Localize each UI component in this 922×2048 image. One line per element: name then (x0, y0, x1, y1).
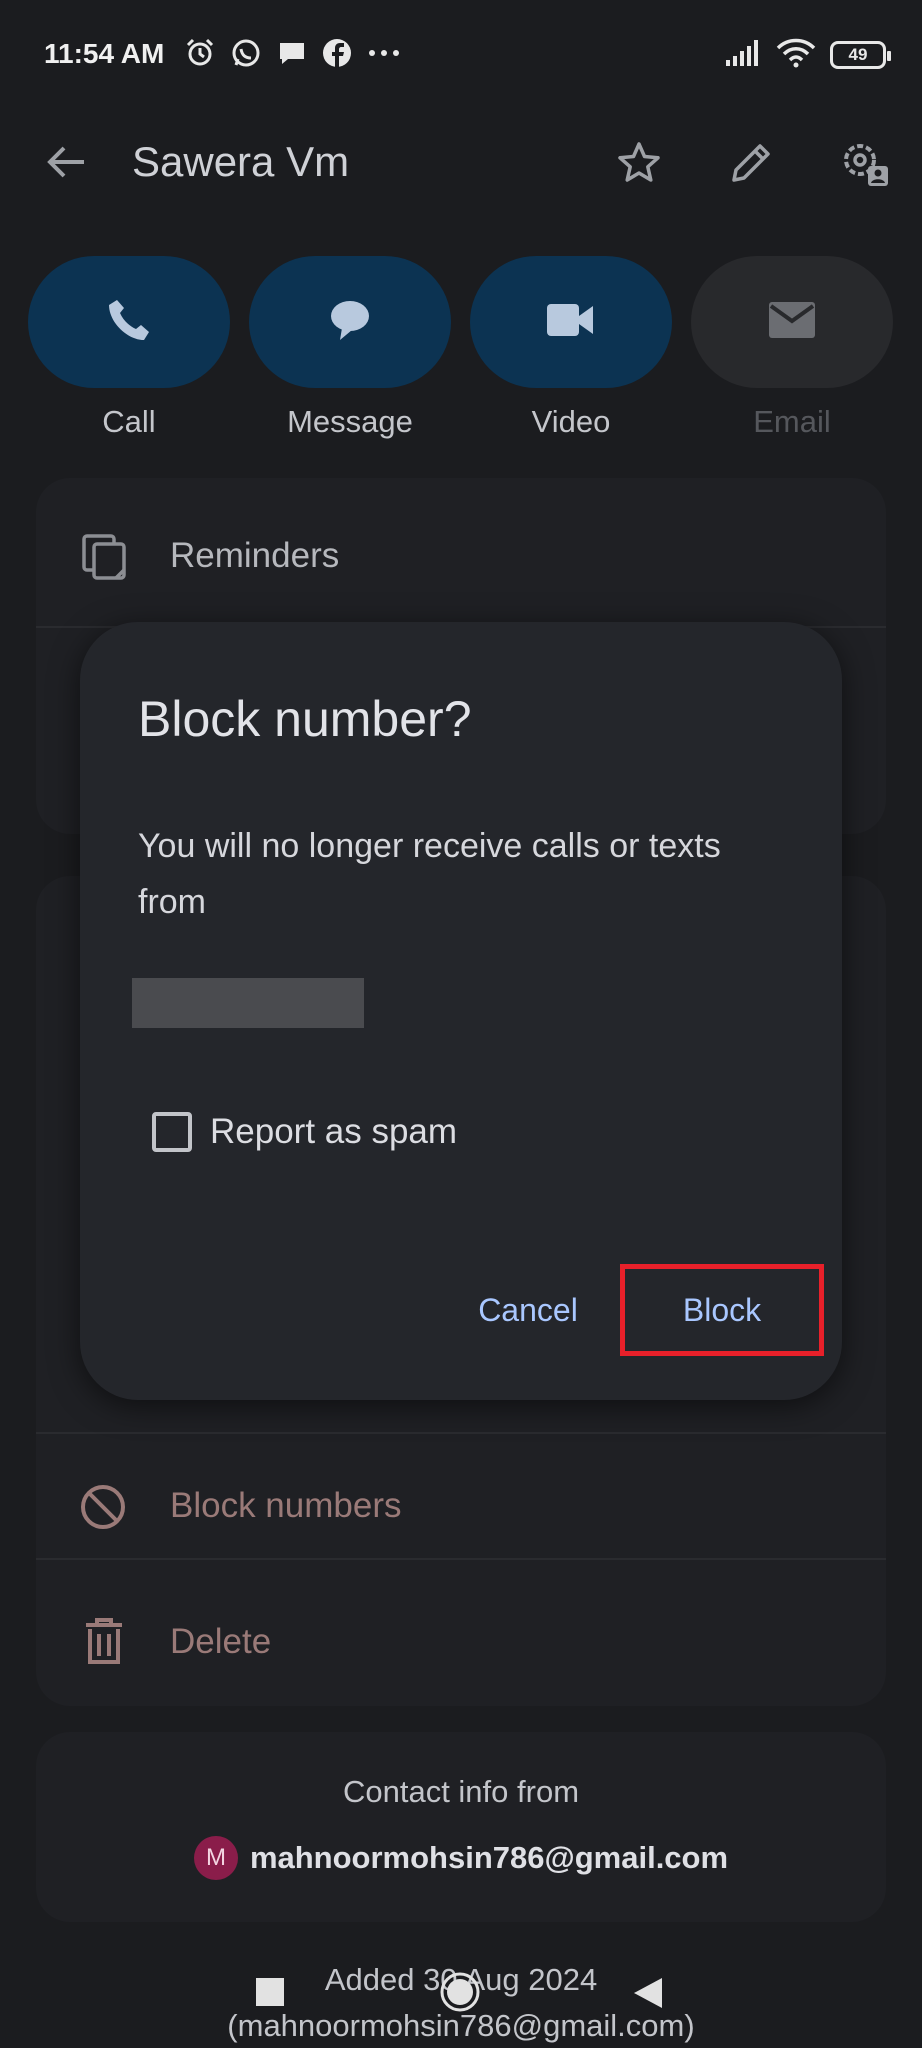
report-spam-label: Report as spam (210, 1112, 458, 1151)
phone-icon (105, 296, 153, 349)
more-dots-icon (366, 37, 402, 74)
block-button-highlight (620, 1264, 824, 1356)
contact-info-card: Contact info from M mahnoormohsin786@gma… (36, 1732, 886, 1922)
report-spam-row[interactable]: Report as spam (152, 1104, 457, 1160)
status-bar: 11:54 AM 49 (0, 0, 922, 110)
block-numbers-label[interactable]: Block numbers (170, 1486, 401, 1526)
recents-square-icon[interactable] (256, 1978, 284, 2011)
reminders-icon (80, 532, 130, 587)
redacted-phone-number (132, 978, 364, 1028)
cancel-button[interactable]: Cancel (448, 1278, 608, 1342)
edit-pencil-icon[interactable] (728, 140, 774, 191)
battery-level: 49 (848, 45, 868, 64)
email-button[interactable] (691, 256, 893, 388)
chat-bubble-icon (276, 37, 308, 74)
message-label: Message (287, 404, 413, 439)
avatar: M (193, 1836, 238, 1880)
message-button[interactable] (249, 256, 451, 388)
video-icon (545, 298, 597, 347)
wifi-icon (776, 38, 816, 73)
back-arrow-icon[interactable] (44, 140, 88, 189)
battery-indicator: 49 (830, 41, 891, 69)
delete-label[interactable]: Delete (170, 1622, 271, 1662)
call-label: Call (102, 404, 156, 439)
block-number-dialog: Block number? You will no longer receive… (80, 622, 842, 1400)
contact-name: Sawera Vm (132, 138, 350, 185)
email-label: Email (753, 404, 831, 439)
video-button[interactable] (470, 256, 672, 388)
facebook-icon (322, 38, 352, 73)
contact-settings-icon[interactable] (838, 136, 892, 195)
status-time: 11:54 AM (44, 38, 165, 69)
status-notification-icons (184, 38, 402, 72)
email-icon (767, 300, 817, 345)
account-email: mahnoormohsin786@gmail.com (249, 1840, 729, 1875)
dialog-title: Block number? (138, 691, 472, 747)
trash-icon (82, 1616, 126, 1671)
divider (36, 1558, 886, 1560)
call-button[interactable] (28, 256, 230, 388)
dialog-message: You will no longer receive calls or text… (138, 827, 721, 921)
video-label: Video (531, 404, 611, 439)
alarm-icon (184, 37, 216, 74)
message-icon (326, 296, 374, 349)
whatsapp-icon (230, 37, 262, 74)
star-icon[interactable] (616, 140, 662, 191)
account-row: M mahnoormohsin786@gmail.com (36, 1836, 886, 1880)
reminders-label[interactable]: Reminders (170, 536, 339, 576)
report-spam-checkbox[interactable] (152, 1112, 192, 1152)
status-system-icons: 49 (724, 38, 891, 73)
block-icon (78, 1482, 128, 1537)
signal-icon (724, 38, 762, 73)
contact-info-from: Contact info from (342, 1774, 580, 1809)
back-triangle-icon[interactable] (634, 1978, 662, 2013)
home-circle-icon[interactable] (438, 1970, 482, 2019)
divider (36, 1432, 886, 1434)
